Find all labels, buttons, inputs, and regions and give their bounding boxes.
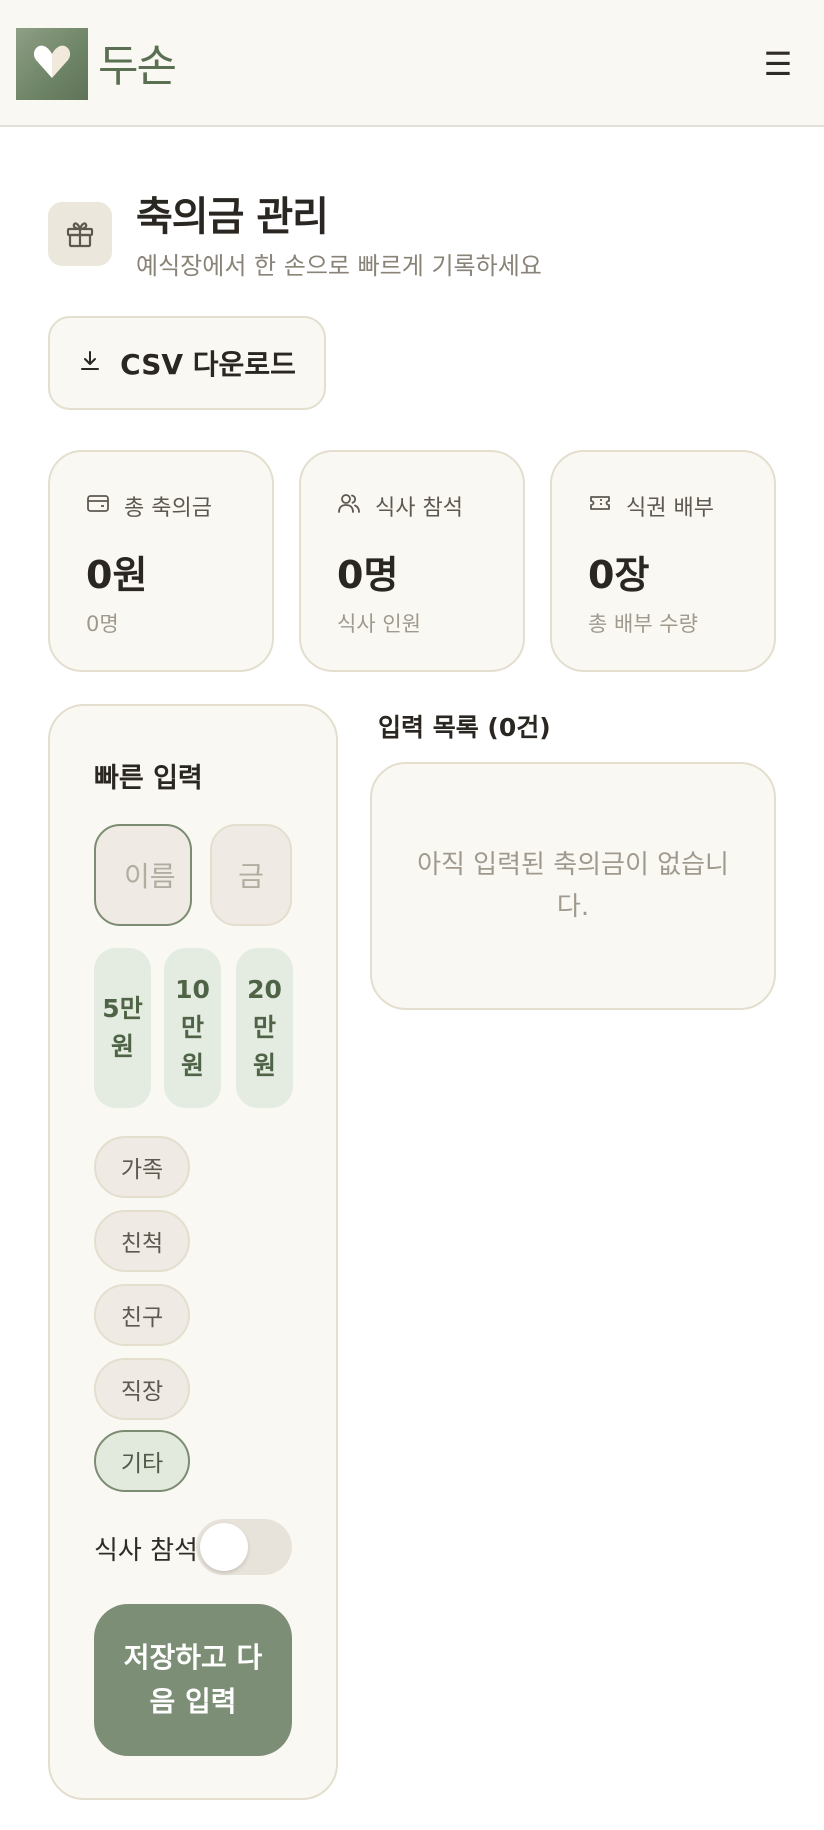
page-title: 축의금 관리: [136, 194, 329, 240]
empty-state: 아직 입력된 축의금이 없습니다.: [370, 762, 776, 1010]
amount-200000-button[interactable]: 20만원: [236, 948, 293, 1108]
stat-card-meal: 식사 참석 0명 식사 인원: [299, 450, 525, 672]
meal-toggle-label: 식사 참석: [94, 1536, 198, 1566]
entry-list-title: 입력 목록 (0건): [378, 713, 551, 742]
toggle-knob: [200, 1523, 248, 1571]
download-icon: [78, 347, 102, 380]
menu-button[interactable]: ☰: [760, 46, 796, 82]
relation-chip-relatives[interactable]: 친척: [94, 1210, 190, 1272]
ticket-icon: [588, 492, 612, 520]
stat-label: 식권 배부: [626, 496, 714, 521]
name-input[interactable]: 이름: [94, 824, 192, 926]
heart-icon: [32, 44, 72, 84]
app-header: 두손 ☰: [0, 0, 824, 127]
save-next-button[interactable]: 저장하고 다음 입력: [94, 1604, 292, 1756]
relation-chip-friend[interactable]: 친구: [94, 1284, 190, 1346]
stat-label: 총 축의금: [124, 496, 212, 521]
brand-name: 두손: [98, 41, 177, 92]
stat-value: 0원: [86, 553, 148, 597]
hamburger-menu-icon: ☰: [763, 45, 793, 83]
quick-entry-title: 빠른 입력: [94, 763, 203, 794]
amount-100000-button[interactable]: 10만원: [164, 948, 221, 1108]
stat-sub: 식사 인원: [337, 612, 421, 636]
stat-card-total-amount: 총 축의금 0원 0명: [48, 450, 274, 672]
stat-value: 0명: [337, 553, 399, 597]
page-subtitle: 예식장에서 한 손으로 빠르게 기록하세요: [136, 252, 542, 280]
amount-input[interactable]: 금: [210, 824, 292, 926]
stat-card-ticket: 식권 배부 0장 총 배부 수량: [550, 450, 776, 672]
relation-chip-other[interactable]: 기타: [94, 1430, 190, 1492]
csv-download-button[interactable]: CSV 다운로드: [48, 316, 326, 410]
stat-label: 식사 참석: [375, 496, 463, 521]
logo[interactable]: [16, 28, 88, 100]
stat-sub: 0명: [86, 612, 119, 636]
wallet-icon: [86, 492, 110, 520]
stat-value: 0장: [588, 553, 650, 597]
amount-50000-button[interactable]: 5만원: [94, 948, 151, 1108]
users-icon: [337, 492, 361, 520]
relation-chip-work[interactable]: 직장: [94, 1358, 190, 1420]
csv-download-label: CSV 다운로드: [120, 348, 296, 381]
gift-icon: [48, 202, 112, 266]
meal-toggle[interactable]: [196, 1519, 292, 1575]
relation-chip-family[interactable]: 가족: [94, 1136, 190, 1198]
stat-sub: 총 배부 수량: [588, 612, 698, 636]
